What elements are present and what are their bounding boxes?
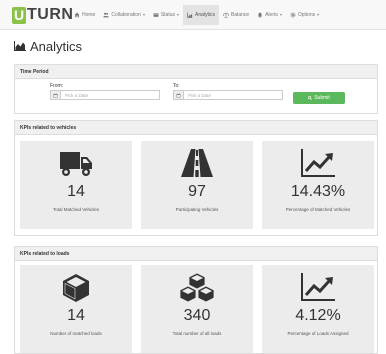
kpi-vehicles-heading: KPIs related to vehicles [15, 121, 377, 135]
search-icon [308, 96, 313, 100]
nav-alerts[interactable]: Alerts [253, 5, 286, 25]
chevron-down-icon [317, 14, 320, 16]
main-nav: Home Collaboration Status Analytics Bala… [70, 0, 323, 30]
home-icon [74, 12, 80, 18]
nav-collaboration[interactable]: Collaboration [99, 5, 148, 25]
nav-alerts-label: Alerts [265, 12, 278, 18]
truck-icon [60, 152, 92, 176]
line-chart-icon [301, 149, 335, 177]
nav-status[interactable]: Status [149, 5, 183, 25]
kpi-label: Number of matched loads [50, 331, 102, 336]
kpi-value: 340 [183, 307, 211, 324]
line-chart-icon [301, 273, 335, 301]
kpi-label: Percentage of Loads Assigned [287, 331, 349, 336]
nav-collaboration-label: Collaboration [111, 12, 141, 18]
kpi-value: 14 [67, 183, 85, 200]
submit-button[interactable]: Submit [293, 92, 345, 104]
to-date-placeholder: Pick a Date [188, 92, 212, 98]
brand-letter: U [12, 6, 26, 24]
brand-logo[interactable]: U TURN [12, 6, 73, 24]
nav-options[interactable]: Options [286, 5, 323, 25]
kpi-tile-percentage-matched-vehicles: 14.43% Percentage of Matched Vehicles [262, 141, 374, 229]
area-chart-icon [14, 41, 26, 51]
kpi-loads-heading: KPIs related to loads [15, 247, 377, 261]
kpi-tile-matched-loads: 14 Number of matched loads [20, 265, 132, 353]
page-title-text: Analytics [30, 38, 83, 54]
page-title: Analytics [14, 38, 82, 54]
to-field: To: Pick a Date [173, 83, 283, 100]
kpi-value: 14 [67, 307, 85, 324]
chevron-down-icon [177, 14, 179, 16]
kpi-label: Participating Vehicles [175, 207, 219, 212]
nav-home-label: Home [82, 12, 96, 18]
to-label: To: [173, 83, 180, 89]
chevron-down-icon [142, 14, 145, 16]
calendar-icon [51, 91, 61, 99]
submit-label: Submit [314, 95, 330, 101]
status-icon [153, 13, 159, 17]
nav-analytics-label: Analytics [195, 12, 216, 18]
calendar-icon [174, 91, 184, 99]
kpi-tile-participating-vehicles: 97 Participating Vehicles [141, 141, 253, 229]
cube-icon [63, 274, 89, 302]
users-icon [103, 12, 110, 18]
gear-icon [290, 12, 296, 18]
nav-balance-label: Balance [231, 12, 250, 18]
from-field: From: Pick a Date [50, 83, 160, 100]
kpi-tile-total-loads: 340 Total number of all loads [141, 265, 253, 353]
from-label: From: [50, 83, 64, 89]
kpi-tile-matched-vehicles: 14 Total Matched Vehicles [20, 141, 132, 229]
kpi-value: 4.12% [295, 307, 341, 324]
from-date-placeholder: Pick a Date [65, 92, 89, 98]
chevron-down-icon [279, 14, 282, 16]
kpi-label: Total Matched Vehicles [52, 207, 100, 212]
to-date-input[interactable]: Pick a Date [173, 90, 283, 100]
from-date-input[interactable]: Pick a Date [50, 90, 160, 100]
kpi-loads-panel: KPIs related to loads 14 Number of match… [14, 246, 378, 354]
brand-name: TURN [27, 6, 74, 23]
navbar: U TURN Home Collaboration Status Analyti… [0, 0, 386, 30]
kpi-value: 14.43% [290, 183, 346, 200]
kpi-label: Total number of all loads [172, 331, 222, 336]
nav-home[interactable]: Home [70, 5, 99, 25]
kpi-vehicles-panel: KPIs related to vehicles 14 Total Matche… [14, 120, 378, 236]
chart-icon [187, 12, 193, 18]
time-period-heading: Time Period [15, 65, 377, 79]
nav-status-label: Status [160, 12, 175, 18]
time-period-panel: Time Period From: Pick a Date To: Pick a… [14, 64, 378, 114]
cubes-icon [179, 272, 215, 303]
nav-options-label: Options [297, 12, 316, 18]
road-icon [181, 149, 213, 177]
kpi-tile-percentage-loads-assigned: 4.12% Percentage of Loads Assigned [262, 265, 374, 353]
balance-icon [223, 12, 230, 18]
nav-analytics[interactable]: Analytics [183, 5, 220, 25]
nav-balance[interactable]: Balance [219, 5, 253, 25]
bell-icon [257, 12, 263, 18]
kpi-value: 97 [188, 183, 206, 200]
kpi-label: Percentage of Matched Vehicles [285, 207, 351, 212]
